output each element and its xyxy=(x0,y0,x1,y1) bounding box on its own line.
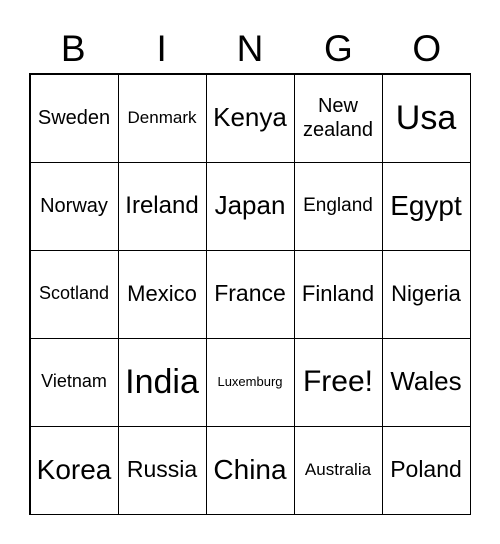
header-letter-n: N xyxy=(236,28,264,69)
bingo-cell[interactable]: Free! xyxy=(293,337,383,427)
bingo-cell-label: Mexico xyxy=(127,280,197,306)
bingo-cell-label: Free! xyxy=(302,365,374,398)
bingo-cell-label: Nigeria xyxy=(391,280,461,306)
header-letter-o: O xyxy=(412,28,442,69)
bingo-cell[interactable]: Sweden xyxy=(29,73,119,163)
bingo-grid: Sweden Denmark Kenya New zealand Usa Norway Ir… xyxy=(29,73,471,515)
bingo-cell[interactable]: Australia xyxy=(293,425,383,515)
bingo-header: B I N G O xyxy=(29,24,471,74)
bingo-cell[interactable]: Ireland xyxy=(117,161,207,251)
bingo-cell[interactable]: Scotland xyxy=(29,249,119,339)
bingo-cell[interactable]: Korea xyxy=(29,425,119,515)
bingo-cell[interactable]: Norway xyxy=(29,161,119,251)
bingo-cell[interactable]: Luxemburg xyxy=(205,337,295,427)
bingo-cell[interactable]: New zealand xyxy=(293,73,383,163)
bingo-cell[interactable]: Finland xyxy=(293,249,383,339)
bingo-cell[interactable]: Vietnam xyxy=(29,337,119,427)
bingo-cell-label: France xyxy=(214,280,286,307)
bingo-cell-label: Usa xyxy=(395,98,457,137)
bingo-cell-label: England xyxy=(303,194,373,216)
bingo-cell[interactable]: Japan xyxy=(205,161,295,251)
bingo-cell[interactable]: Wales xyxy=(381,337,471,427)
bingo-cell-label: Norway xyxy=(40,195,108,217)
bingo-cell[interactable]: Usa xyxy=(381,73,471,163)
bingo-cell-label: China xyxy=(213,454,287,486)
bingo-cell[interactable]: Egypt xyxy=(381,161,471,251)
bingo-cell[interactable]: France xyxy=(205,249,295,339)
bingo-cell-label: Japan xyxy=(214,190,286,221)
header-letter-i: I xyxy=(156,28,167,69)
bingo-cell[interactable]: India xyxy=(117,337,207,427)
bingo-cell-label: New zealand xyxy=(302,95,374,141)
bingo-cell-label: Finland xyxy=(301,280,375,306)
bingo-cell[interactable]: Nigeria xyxy=(381,249,471,339)
bingo-cell[interactable]: Denmark xyxy=(117,73,207,163)
bingo-cell-label: Australia xyxy=(304,459,372,479)
bingo-cell[interactable]: Poland xyxy=(381,425,471,515)
bingo-cell-label: Korea xyxy=(36,454,112,486)
header-letter-g: G xyxy=(323,28,353,69)
bingo-cell-label: Denmark xyxy=(127,107,197,127)
bingo-cell-label: Kenya xyxy=(213,102,287,133)
bingo-cell[interactable]: China xyxy=(205,425,295,515)
bingo-cell-label: Sweden xyxy=(37,107,111,129)
bingo-cell-label: Wales xyxy=(390,366,462,397)
header-letter-b: B xyxy=(60,28,86,69)
bingo-cell-label: Egypt xyxy=(390,190,462,222)
bingo-cell-label: Poland xyxy=(390,456,462,483)
bingo-cell[interactable]: Mexico xyxy=(117,249,207,339)
bingo-cell-label: Luxemburg xyxy=(217,374,283,390)
bingo-cell[interactable]: Russia xyxy=(117,425,207,515)
bingo-cell-label: India xyxy=(125,362,199,401)
bingo-cell-label: Ireland xyxy=(125,191,199,219)
bingo-cell-label: Vietnam xyxy=(41,371,107,392)
bingo-cell[interactable]: England xyxy=(293,161,383,251)
bingo-cell-label: Russia xyxy=(126,456,198,483)
bingo-cell[interactable]: Kenya xyxy=(205,73,295,163)
bingo-cell-label: Scotland xyxy=(38,283,110,304)
